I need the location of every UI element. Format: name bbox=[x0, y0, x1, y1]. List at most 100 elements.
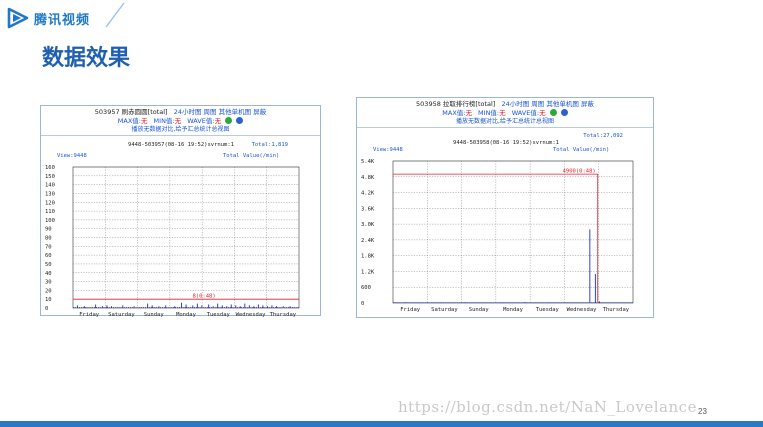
baseline-mark bbox=[135, 307, 137, 308]
y-tick-label: 1.8K bbox=[361, 254, 375, 260]
x-tick-label: Sunday bbox=[469, 307, 490, 313]
baseline-mark bbox=[407, 302, 409, 303]
page-number: 23 bbox=[698, 407, 707, 416]
baseline-mark bbox=[267, 307, 269, 308]
data-spike bbox=[230, 304, 232, 308]
link-week[interactable]: 周图 bbox=[204, 108, 217, 116]
baseline-mark bbox=[274, 307, 276, 308]
baseline-mark bbox=[156, 307, 158, 308]
baseline-mark bbox=[623, 302, 625, 303]
data-spike bbox=[276, 306, 277, 308]
y-tick-label: 130 bbox=[45, 191, 55, 197]
baseline-mark bbox=[77, 307, 79, 308]
baseline-mark bbox=[571, 302, 573, 303]
x-tick-label: Monday bbox=[503, 307, 524, 313]
baseline-mark bbox=[555, 302, 557, 303]
baseline-mark bbox=[86, 307, 88, 308]
baseline-mark bbox=[507, 302, 509, 303]
y-tick-label: 150 bbox=[45, 174, 55, 180]
baseline-mark bbox=[515, 302, 517, 303]
x-tick-label: Thursday bbox=[270, 312, 297, 317]
baseline-mark bbox=[559, 302, 561, 303]
chart-panel-2: 503958 拉取排行榜[total] 24小时图 周图 其他单机图 屏蔽 MA… bbox=[356, 97, 654, 318]
baseline-mark bbox=[561, 302, 563, 303]
baseline-mark bbox=[401, 302, 403, 303]
baseline-mark bbox=[461, 302, 463, 303]
baseline-mark bbox=[273, 307, 274, 308]
y-tick-label: 4.8K bbox=[361, 175, 375, 181]
baseline-mark bbox=[192, 307, 194, 308]
search-icon[interactable] bbox=[560, 109, 568, 116]
baseline-mark bbox=[118, 307, 120, 308]
baseline-mark bbox=[563, 302, 565, 303]
baseline-mark bbox=[457, 302, 459, 303]
add-icon[interactable] bbox=[549, 109, 557, 116]
baseline-mark bbox=[139, 307, 141, 308]
baseline-mark bbox=[124, 307, 126, 308]
baseline-mark bbox=[161, 307, 163, 308]
max-label: MAX值: bbox=[117, 117, 141, 125]
data-spike bbox=[464, 302, 466, 303]
baseline-mark bbox=[485, 302, 487, 303]
link-block[interactable]: 屏蔽 bbox=[253, 108, 266, 116]
link-other-host[interactable]: 其他单机图 bbox=[546, 100, 579, 108]
baseline-mark bbox=[241, 307, 242, 308]
baseline-mark bbox=[84, 307, 86, 308]
baseline-mark bbox=[261, 307, 263, 308]
add-icon[interactable] bbox=[225, 117, 233, 124]
baseline-mark bbox=[627, 302, 629, 303]
x-tick-label: Wednesday bbox=[567, 307, 597, 313]
baseline-mark bbox=[421, 302, 423, 303]
baseline-mark bbox=[477, 302, 479, 303]
link-block[interactable]: 屏蔽 bbox=[581, 100, 594, 108]
baseline-mark bbox=[263, 307, 265, 308]
baseline-mark bbox=[165, 307, 167, 308]
baseline-mark bbox=[269, 307, 271, 308]
y-tick-label: 0 bbox=[361, 301, 364, 307]
baseline-mark bbox=[451, 302, 453, 303]
baseline-mark bbox=[435, 302, 437, 303]
baseline-mark bbox=[212, 307, 214, 308]
y-tick-label: 20 bbox=[45, 288, 52, 294]
baseline-mark bbox=[631, 302, 633, 303]
chart-canvas: Total:27,092 9448-503958(08-16 19:52)svr… bbox=[361, 133, 634, 313]
baseline-mark bbox=[581, 302, 583, 303]
baseline-mark bbox=[92, 307, 94, 308]
baseline-mark bbox=[465, 302, 467, 303]
search-icon[interactable] bbox=[236, 117, 244, 124]
y-tick-label: 70 bbox=[45, 244, 52, 250]
y-tick-label: 60 bbox=[45, 253, 52, 259]
baseline-mark bbox=[284, 307, 286, 308]
chart-view: View:9448 bbox=[57, 153, 87, 159]
baseline-mark bbox=[603, 302, 605, 303]
baseline-mark bbox=[591, 302, 593, 303]
baseline-mark bbox=[182, 307, 184, 308]
baseline-mark bbox=[209, 307, 210, 308]
baseline-mark bbox=[227, 307, 229, 308]
link-other-host[interactable]: 其他单机图 bbox=[219, 108, 252, 116]
baseline-mark bbox=[427, 302, 429, 303]
baseline-mark bbox=[615, 302, 617, 303]
baseline-mark bbox=[175, 307, 177, 308]
baseline-mark bbox=[184, 307, 186, 308]
wave-label: WAVE值: bbox=[187, 117, 215, 125]
baseline-mark bbox=[197, 307, 199, 308]
link-week[interactable]: 周图 bbox=[531, 100, 544, 108]
baseline-mark bbox=[539, 302, 541, 303]
link-24h[interactable]: 24小时图 bbox=[501, 100, 529, 108]
baseline-mark bbox=[216, 307, 218, 308]
data-spike bbox=[83, 306, 85, 308]
baseline-mark bbox=[278, 307, 280, 308]
baseline-mark bbox=[413, 302, 415, 303]
link-24h[interactable]: 24小时图 bbox=[174, 108, 202, 116]
baseline-mark bbox=[611, 302, 613, 303]
baseline-mark bbox=[499, 302, 501, 303]
baseline-mark bbox=[419, 302, 421, 303]
baseline-mark bbox=[133, 307, 135, 308]
data-spike bbox=[185, 304, 187, 308]
chart-view: View:9448 bbox=[373, 147, 403, 153]
chart-total: Total:27,092 bbox=[583, 133, 623, 139]
baseline-mark bbox=[150, 307, 152, 308]
y-tick-label: 50 bbox=[45, 262, 52, 268]
baseline-mark bbox=[531, 302, 533, 303]
